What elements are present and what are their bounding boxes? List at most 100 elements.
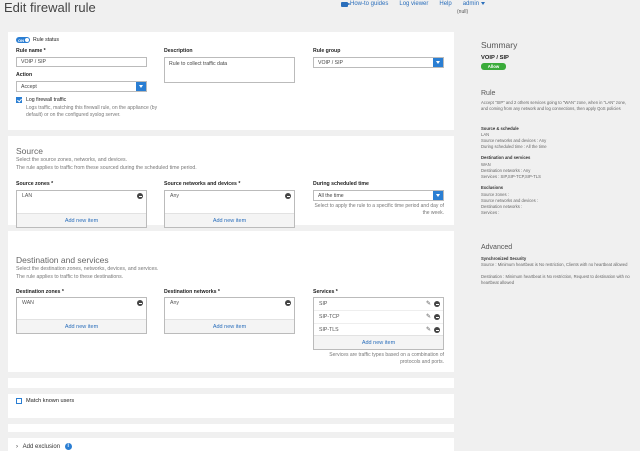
summary-rule-heading: Rule [481,90,496,97]
divider [8,388,454,394]
info-icon[interactable]: i [64,443,72,450]
list-item: Any [165,298,294,308]
pencil-icon[interactable]: ✎ [426,314,432,320]
summary-sync-heading: Synchronized Security [481,256,527,261]
summary-title: Summary [481,40,518,50]
schedule-value: All the time [318,193,344,199]
description-label: Description [164,48,193,54]
remove-icon[interactable] [137,300,143,306]
schedule-desc: Select to apply the rule to a specific t… [314,203,444,216]
destination-networks-list: Any Add new item [164,297,295,334]
remove-icon[interactable] [285,300,291,306]
match-users-label: Match known users [26,398,75,404]
match-users-checkbox[interactable] [16,398,22,404]
howto-link[interactable]: How-to guides [350,1,388,7]
summary-sync-text: Source : Minimum heartbeat is No restric… [481,262,628,267]
add-new-item-button[interactable]: Add new item [165,213,294,227]
admin-label: admin [462,1,480,7]
source-desc-2: The rule applies to traffic from these s… [16,165,197,171]
log-traffic-label: Log firewall traffic [26,97,67,103]
list-item-label: Any [170,193,179,199]
admin-menu[interactable]: admin [462,1,486,7]
log-viewer-link[interactable]: Log viewer [399,1,428,7]
action-value: Accept [21,84,37,90]
list-item: WAN [17,298,146,308]
source-title: Source [16,146,43,156]
list-item: SIP ✎ [314,298,443,311]
add-new-item-button[interactable]: Add new item [165,319,294,333]
list-item-label: WAN [22,300,34,306]
rule-status-label: Rule status [33,37,59,43]
pencil-icon[interactable]: ✎ [426,301,432,307]
add-new-item-button[interactable]: Add new item [17,319,146,333]
divider [8,130,454,136]
summary-exclusion-line: Services : [481,210,500,215]
remove-icon[interactable] [434,301,440,307]
services-desc: Services are traffic types based on a co… [329,352,444,365]
summary-destination-line: WAN [481,162,491,167]
rule-group-select[interactable]: VOIP / SIP [313,57,444,68]
destination-desc-1: Select the destination zones, networks, … [16,266,159,272]
divider [8,372,454,378]
list-item: SIP-TCP ✎ [314,311,443,324]
destination-desc-2: The rule applies to traffic to these des… [16,274,124,280]
schedule-select[interactable]: All the time [313,190,444,201]
chevron-down-icon [136,82,146,91]
remove-icon[interactable] [434,314,440,320]
list-item-label: SIP [319,301,328,307]
add-new-item-button[interactable]: Add new item [314,335,443,349]
schedule-label: During scheduled time [313,181,369,187]
add-exclusion-label: Add exclusion [22,444,61,451]
destination-zones-list: WAN Add new item [16,297,147,334]
rule-name-input[interactable]: VOIP / SIP [16,57,147,67]
summary-sync-text: Destination : Minimum heartbeat is No re… [481,274,630,285]
summary-source-heading: Source & schedule [481,126,519,131]
list-item-label: Any [170,300,179,306]
action-select[interactable]: Accept [16,81,147,92]
help-link[interactable]: Help [439,1,451,7]
destination-zones-label: Destination zones * [16,289,64,295]
remove-icon[interactable] [434,327,440,333]
add-new-item-button[interactable]: Add new item [17,213,146,227]
source-networks-label: Source networks and devices * [164,181,241,187]
chevron-right-icon: › [16,444,18,451]
action-label: Action [16,72,33,78]
video-icon [341,1,351,7]
chevron-down-icon [433,58,443,67]
rule-name-label: Rule name * [16,48,46,54]
description-textarea[interactable]: Rule to collect traffic data [164,57,295,83]
summary-destination-heading: Destination and services [481,155,531,160]
top-links: How-to guides Log viewer Help admin [341,1,496,7]
source-zones-label: Source zones * [16,181,54,187]
toggle-text: ON [18,37,24,43]
summary-destination-line: Services : SIP,SIP-TCP,SIP-TLS [481,174,541,179]
list-item-label: SIP-TLS [319,327,339,333]
list-item: LAN [17,191,146,201]
log-traffic-checkbox[interactable] [16,97,22,103]
source-zones-list: LAN Add new item [16,190,147,228]
summary-rule-name: VOIP / SIP [481,55,509,61]
summary-exclusions-heading: Exclusions [481,185,504,190]
rule-status-toggle[interactable]: ON [16,37,30,43]
summary-source-line: During scheduled time : All the time [481,144,547,149]
summary-advanced-heading: Advanced [481,244,513,251]
summary-rule-text: Accept "SIP" and 2 others services going… [481,100,627,111]
remove-icon[interactable] [137,193,143,199]
services-label: Services * [313,289,338,295]
summary-exclusion-line: Source networks and devices : [481,198,539,203]
chevron-down-icon [433,191,443,200]
add-exclusion-toggle[interactable]: › Add exclusion i [16,443,72,450]
status-badge: Allow [481,63,506,70]
rule-group-label: Rule group [313,48,341,54]
log-traffic-desc: Logs traffic, matching this firewall rul… [26,105,158,118]
summary-exclusion-line: Source zones : [481,192,509,197]
list-item-label: LAN [22,193,33,199]
summary-exclusion-line: Destination networks : [481,204,523,209]
divider [8,432,454,438]
pencil-icon[interactable]: ✎ [426,327,432,333]
source-desc-1: Select the source zones, networks, and d… [16,157,128,163]
null-label: (null) [457,9,469,15]
chevron-down-icon [481,1,486,5]
divider [8,418,454,424]
remove-icon[interactable] [285,193,291,199]
